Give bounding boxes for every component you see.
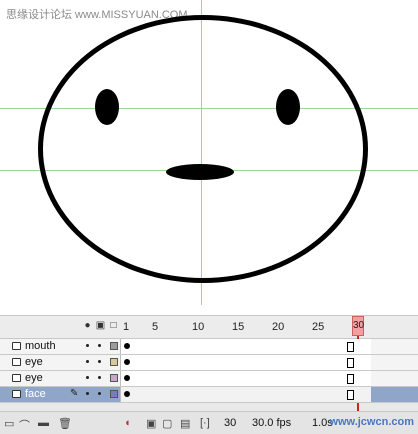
lock-dot[interactable] [98,376,101,379]
folder-icon[interactable]: ▬ [38,417,49,429]
current-frame: 30 [224,417,237,429]
outline-color-swatch[interactable] [110,374,118,382]
layer-frames[interactable] [120,339,371,354]
frame-number: 15 [232,321,245,333]
visibility-dot[interactable] [86,376,89,379]
end-frame[interactable] [347,374,354,384]
layer-row-face[interactable]: face ✎ [0,387,418,403]
layer-icon [12,390,21,398]
timeline-header: ● ▣ □ 1 5 10 15 20 25 30 [0,316,418,414]
keyframe[interactable] [124,375,130,381]
frame-ruler[interactable]: 1 5 10 15 20 25 [120,319,370,335]
visibility-dot[interactable] [86,360,89,363]
lock-dot[interactable] [98,392,101,395]
end-frame[interactable] [347,342,354,352]
frame-rate: 30.0 fps [252,417,292,429]
layer-icon [12,358,21,366]
watermark-bottom: www.jcwcn.com [329,416,414,428]
layer-name: face [25,388,46,400]
layer-icon [12,374,21,382]
keyframe[interactable] [124,343,130,349]
mouth-shape[interactable] [166,164,234,180]
frame-number: 20 [272,321,285,333]
layer-list: mouth eye eye face ✎ [0,339,418,403]
frame-number: 25 [312,321,325,333]
layer-icon [12,342,21,350]
layer-row-eye[interactable]: eye [0,371,418,387]
layer-row-mouth[interactable]: mouth [0,339,418,355]
outline-color-swatch[interactable] [110,390,118,398]
onion-outline-icon[interactable]: ▢ [162,417,172,430]
right-eye-shape[interactable] [276,89,300,125]
keyframe[interactable] [124,359,130,365]
outline-color-swatch[interactable] [110,358,118,366]
layer-name: eye [25,372,43,384]
onion-skin-icon[interactable]: ▣ [146,417,156,430]
motion-guide-icon[interactable]: ⌒ [19,417,30,433]
layer-name: eye [25,356,43,368]
eye-icon[interactable]: ● [82,320,93,331]
lock-icon[interactable]: ▣ [95,320,106,331]
lock-dot[interactable] [98,344,101,347]
layer-frames[interactable] [120,355,371,370]
frame-number: 5 [152,321,159,333]
end-frame[interactable] [347,358,354,368]
trash-icon[interactable]: 🗑 [58,417,72,430]
layer-row-eye[interactable]: eye [0,355,418,371]
onion-markers-icon[interactable]: [·] [200,417,210,429]
end-frame[interactable] [347,390,354,400]
edit-multiple-icon[interactable]: ▤ [180,417,190,430]
lock-dot[interactable] [98,360,101,363]
face-shape[interactable] [38,15,368,283]
layer-frames[interactable] [120,387,371,402]
playhead-frame-label: 30 [352,316,364,336]
visibility-dot[interactable] [86,392,89,395]
left-eye-shape[interactable] [95,89,119,125]
layer-name: mouth [25,340,56,352]
insert-layer-icon[interactable]: ▭ [4,417,14,430]
center-frame-icon[interactable]: ◖ [124,417,131,429]
keyframe[interactable] [124,391,130,397]
visibility-dot[interactable] [86,344,89,347]
layer-frames[interactable] [120,371,371,386]
outline-color-swatch[interactable] [110,342,118,350]
outline-icon[interactable]: □ [108,320,119,331]
frame-number: 10 [192,321,205,333]
frame-number: 1 [123,321,130,333]
pencil-icon: ✎ [70,388,79,399]
stage-canvas[interactable] [0,0,418,305]
